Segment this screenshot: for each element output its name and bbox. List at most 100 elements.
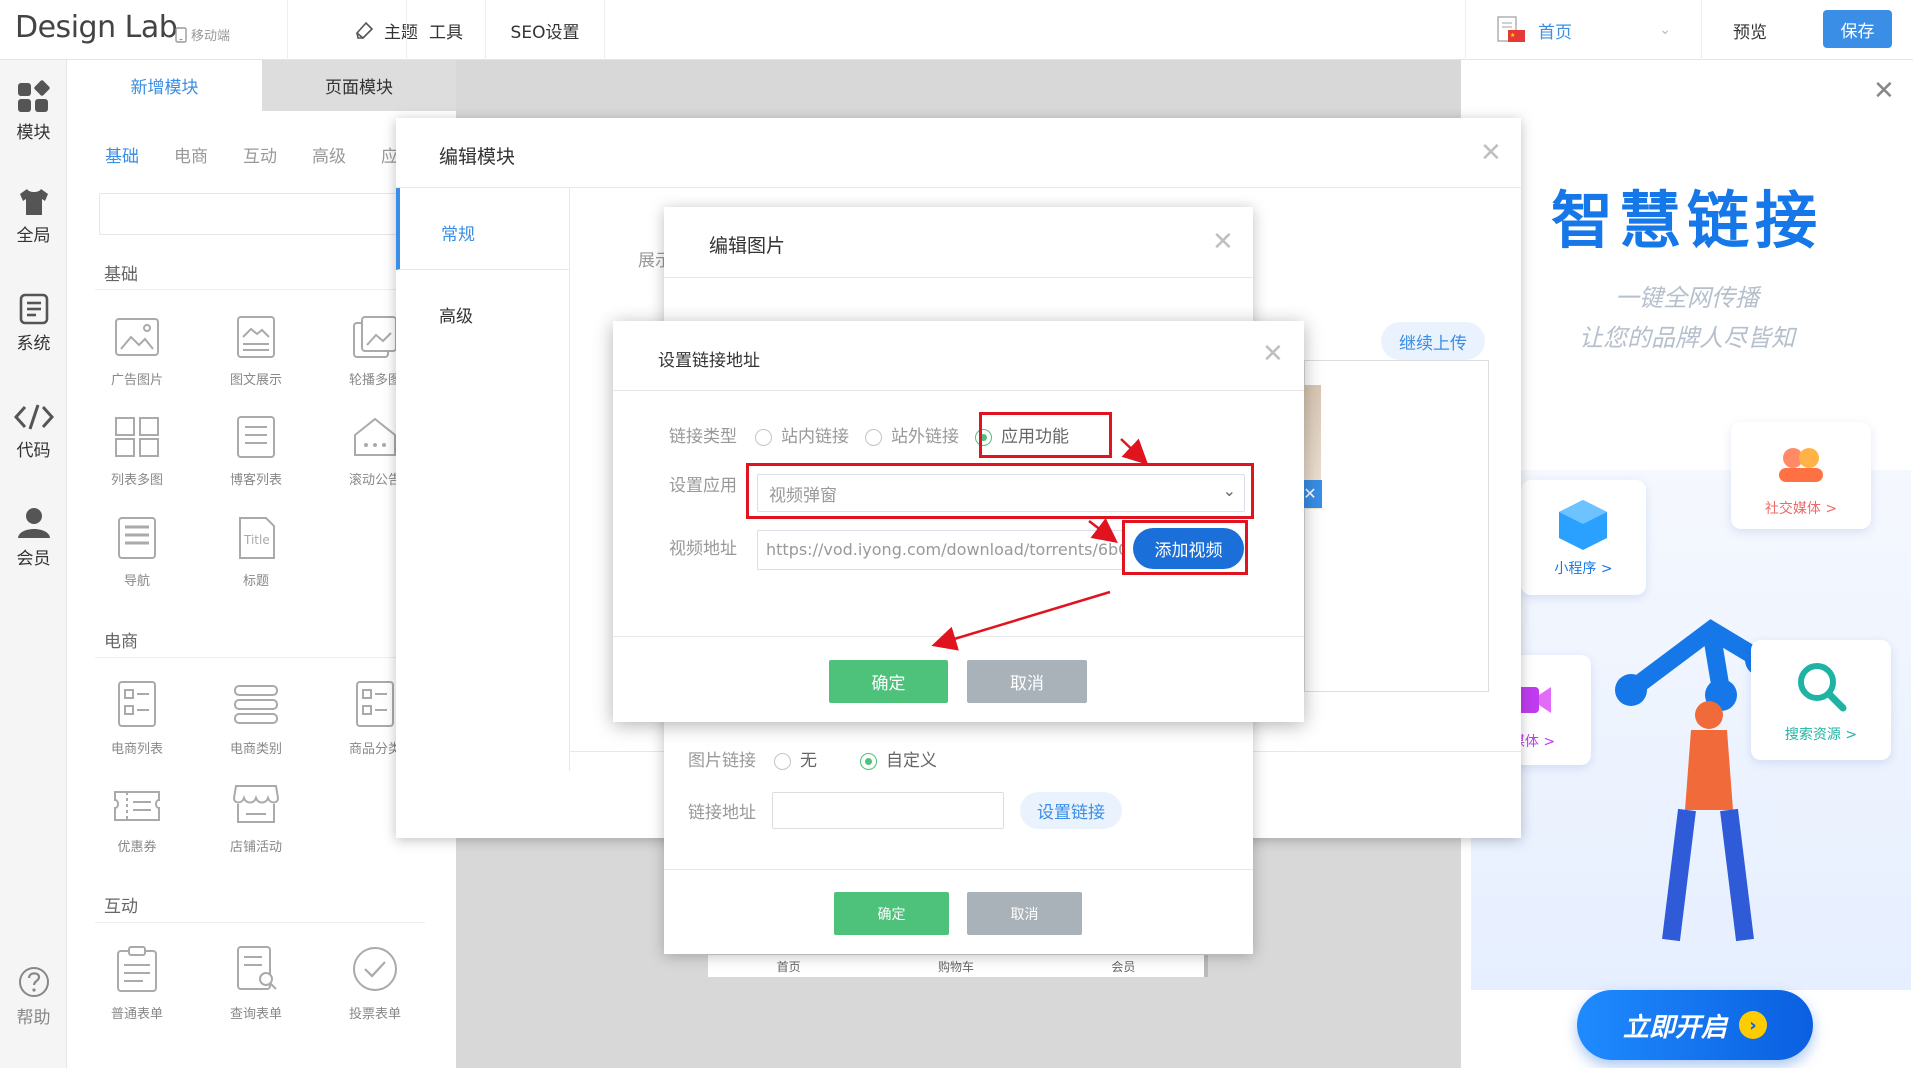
category-basic[interactable]: 基础 <box>105 142 139 167</box>
code-icon <box>13 404 54 430</box>
category-advanced[interactable]: 高级 <box>312 142 346 167</box>
bottom-nav-cart[interactable]: 购物车 <box>938 958 974 975</box>
module-label: 普通表单 <box>110 1007 163 1022</box>
set-link-button[interactable]: 设置链接 <box>1020 792 1122 829</box>
form-icon <box>117 946 157 992</box>
category-ecommerce[interactable]: 电商 <box>174 142 208 167</box>
set-app-row: 设置应用 <box>669 471 749 496</box>
sidebar-item-modules[interactable]: 模块 <box>0 80 67 143</box>
module-label: 滚动公告 <box>348 473 401 488</box>
divider <box>95 289 425 290</box>
tab-page-module[interactable]: 页面模块 <box>262 60 456 111</box>
highlight-box-add-video <box>1122 520 1248 575</box>
promo-card-social: 社交媒体 > <box>1731 422 1871 529</box>
phone-icon <box>175 26 187 43</box>
module-label: 优惠券 <box>117 840 157 855</box>
svg-text:Title: Title <box>243 533 270 547</box>
tab-advanced[interactable]: 高级 <box>396 270 570 352</box>
divider <box>95 657 425 658</box>
module-search-input[interactable] <box>99 193 419 235</box>
module-label: 广告图片 <box>110 373 163 388</box>
close-icon[interactable]: ✕ <box>1262 341 1284 367</box>
continue-upload-button[interactable]: 继续上传 <box>1381 322 1485 360</box>
preview-label: 预览 <box>1733 22 1767 43</box>
link-address-label: 链接地址 <box>688 803 756 823</box>
module-image-text[interactable]: 图文展示 <box>211 315 301 388</box>
link-address-input[interactable] <box>772 792 1004 829</box>
promo-title: 智慧链接 <box>1550 184 1823 257</box>
promo-cta-button[interactable]: 立即开启 › <box>1577 990 1813 1060</box>
card-label: 社交媒体 > <box>1764 501 1838 517</box>
radio-icon <box>755 428 772 446</box>
category-interactive[interactable]: 互动 <box>243 142 277 167</box>
video-address-input[interactable]: https://vod.iyong.com/download/torrents/… <box>757 530 1123 570</box>
mobile-toggle[interactable]: 移动端 <box>175 25 230 44</box>
link-type-label: 链接类型 <box>669 427 737 447</box>
close-icon[interactable]: ✕ <box>1873 78 1895 104</box>
module-label: 导航 <box>123 574 150 589</box>
module-ecom-list[interactable]: 电商列表 <box>92 680 182 757</box>
module-vote-form[interactable]: 投票表单 <box>330 945 420 1022</box>
set-link-cancel-button[interactable]: 取消 <box>967 660 1087 703</box>
app-logo: Design Lab <box>15 10 178 45</box>
top-bar: Design Lab 移动端 主题 工具 SEO设置 ★ 首页 ⌄ 预览 保存 <box>0 0 1913 60</box>
video-address-row: 视频地址 <box>669 534 737 559</box>
category-icon <box>234 685 278 724</box>
sidebar-item-label: 会员 <box>16 549 51 569</box>
module-shop-activity[interactable]: 店铺活动 <box>211 782 301 855</box>
close-icon[interactable]: ✕ <box>1212 229 1234 255</box>
tab-general[interactable]: 常规 <box>396 188 570 270</box>
search-icon <box>1798 663 1847 712</box>
sidebar-item-system[interactable]: 系统 <box>0 293 67 354</box>
page-select-value: 首页 <box>1538 22 1572 43</box>
link-type-external[interactable]: 站外链接 <box>865 422 959 447</box>
divider <box>664 277 1253 278</box>
video-address-value: https://vod.iyong.com/download/torrents/… <box>766 540 1123 559</box>
sidebar-item-global[interactable]: 全局 <box>0 187 67 246</box>
card-label: 小程序 > <box>1554 561 1613 577</box>
category-tabs: 基础 电商 互动 高级 应 <box>105 142 398 167</box>
module-coupon[interactable]: 优惠券 <box>92 782 182 855</box>
module-title[interactable]: Title 标题 <box>211 516 301 589</box>
nav-tools[interactable]: 工具 <box>406 0 485 60</box>
module-label: 投票表单 <box>348 1007 401 1022</box>
image-link-option-custom[interactable]: 自定义 <box>860 746 937 771</box>
sidebar-item-code[interactable]: 代码 <box>0 402 67 461</box>
module-blog-list[interactable]: 博客列表 <box>211 415 301 488</box>
sidebar-item-member[interactable]: 会员 <box>0 506 67 569</box>
query-form-icon <box>237 946 277 990</box>
edit-image-confirm-button[interactable]: 确定 <box>834 892 949 935</box>
save-button[interactable]: 保存 <box>1823 10 1892 48</box>
module-label: 标题 <box>242 574 269 589</box>
set-link-dialog: 设置链接地址 ✕ 链接类型 站内链接 站外链接 应用功能 设置应用 视频弹窗 ⌄… <box>613 321 1304 722</box>
link-type-internal[interactable]: 站内链接 <box>755 422 849 447</box>
nav-seo[interactable]: SEO设置 <box>485 0 605 60</box>
set-link-confirm-button[interactable]: 确定 <box>829 660 948 703</box>
module-navigation[interactable]: 导航 <box>92 516 182 589</box>
module-ecom-category[interactable]: 电商类别 <box>211 680 301 757</box>
module-normal-form[interactable]: 普通表单 <box>92 945 182 1022</box>
page-select[interactable]: ★ 首页 ⌄ <box>1465 0 1701 60</box>
product-category-icon <box>356 681 394 727</box>
set-app-label: 设置应用 <box>669 476 737 496</box>
tab-add-module[interactable]: 新增模块 <box>67 60 262 111</box>
preview-button[interactable]: 预览 <box>1701 0 1798 60</box>
module-label: 商品分类 <box>348 742 401 757</box>
edit-image-title: 编辑图片 <box>709 235 786 257</box>
bottom-nav-home[interactable]: 首页 <box>777 958 801 975</box>
module-list-images[interactable]: 列表多图 <box>92 415 182 488</box>
mobile-label: 移动端 <box>191 29 231 44</box>
sidebar-item-label: 系统 <box>16 334 51 354</box>
close-icon[interactable]: ✕ <box>1480 140 1502 166</box>
sidebar-item-label: 全局 <box>16 226 51 246</box>
module-ad-image[interactable]: 广告图片 <box>92 315 182 388</box>
promo-card-search: 搜索资源 > <box>1751 640 1891 760</box>
svg-text:★: ★ <box>1510 32 1515 39</box>
edit-image-cancel-button[interactable]: 取消 <box>967 892 1082 935</box>
promo-subtitle-2: 让您的品牌人尽皆知 <box>1579 324 1795 352</box>
bottom-nav-member[interactable]: 会员 <box>1111 958 1135 975</box>
image-link-option-none[interactable]: 无 <box>774 746 817 771</box>
module-query-form[interactable]: 查询表单 <box>211 945 301 1022</box>
sidebar-item-help[interactable]: 帮助 <box>0 965 67 1028</box>
option-label: 站内链接 <box>781 427 849 447</box>
